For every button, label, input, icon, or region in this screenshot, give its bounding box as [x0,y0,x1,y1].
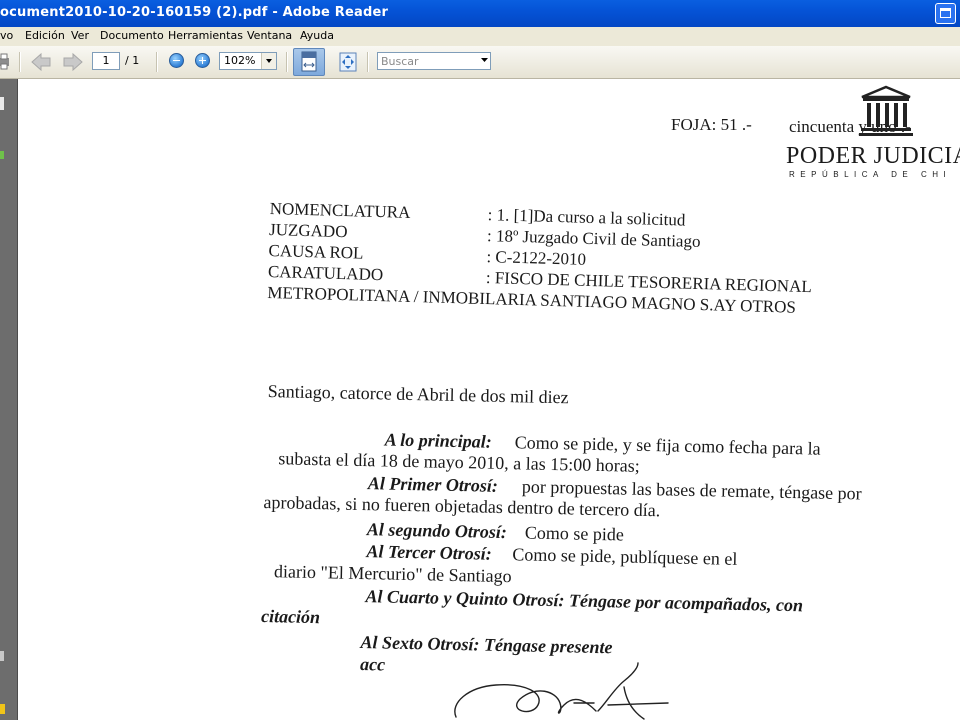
title-bar: ocument2010-10-20-160159 (2).pdf - Adobe… [0,0,960,28]
zoom-out-icon[interactable] [169,53,184,68]
menu-herramientas[interactable]: Herramientas [168,29,243,42]
otrosi-2-heading: Al segundo Otrosí: [366,519,508,543]
principal-heading: A lo principal: [384,429,493,452]
otrosi-3-text-cont: diario "El Mercurio" de Santiago [273,561,512,587]
toolbar: 1 / 1 102% [0,46,960,79]
previous-page-icon[interactable] [30,52,52,72]
toolbar-separator [286,52,288,72]
field-label: CARATULADO [267,261,384,285]
fit-width-button[interactable] [293,48,325,76]
menu-ver[interactable]: Ver [71,29,89,42]
zoom-in-icon[interactable] [195,53,210,68]
search-input[interactable] [378,53,477,69]
toolbar-separator [19,52,21,72]
fit-page-icon[interactable] [337,51,359,73]
menu-documento[interactable]: Documento [100,29,164,42]
otrosi-4-5-heading: Al Cuarto y Quinto Otrosí: Téngase por a… [365,586,804,616]
comments-icon[interactable] [0,704,6,716]
otrosi-3-text: Como se pide, publíquese en el [512,544,738,569]
menu-archivo[interactable]: vo [0,29,13,42]
chevron-down-icon[interactable] [261,53,276,69]
next-page-icon[interactable] [62,52,84,72]
field-label: JUZGADO [268,219,348,242]
menu-ventana[interactable]: Ventana [247,29,292,42]
toolbar-separator [367,52,369,72]
help-icon[interactable] [0,651,5,663]
zoom-select[interactable]: 102% [219,52,277,70]
page-number-input[interactable]: 1 [92,52,120,70]
fit-width-icon [301,51,317,72]
seal-title: PODER JUDICIA [786,143,960,169]
seal-subtitle: REPÚBLICA DE CHI [789,170,952,179]
pages-icon[interactable] [0,97,5,111]
search-field[interactable] [377,52,491,70]
otrosi-2-text: Como se pide [524,522,625,545]
page-total-label: / 1 [125,54,140,67]
otrosi-6-heading: Al Sexto Otrosí: Téngase presente [360,632,613,658]
date-line: Santiago, catorce de Abril de dos mil di… [267,381,569,408]
menu-edicion[interactable]: Edición [25,29,65,42]
case-metadata: NOMENCLATURA : 1. [1]Da curso a la solic… [267,199,920,337]
field-label: CAUSA ROL [268,240,364,263]
foja-number: FOJA: 51 .- [671,115,752,134]
window-title: ocument2010-10-20-160159 (2).pdf - Adobe… [0,5,389,20]
print-icon[interactable] [0,53,10,71]
navigation-pane [0,79,18,720]
courthouse-seal-icon [859,85,913,136]
signature-graphic [454,662,669,720]
otrosi-6-heading-cont: acc [359,654,386,675]
field-value: : C-2122-2010 [486,247,587,269]
otrosi-4-5-heading-cont: citación [260,605,321,628]
otrosi-3-heading: Al Tercer Otrosí: [366,541,492,564]
document-page: FOJA: 51 .- cincuenta y uno .- PODER JUD… [18,79,960,720]
search-dropdown-icon[interactable] [481,58,489,64]
menu-ayuda[interactable]: Ayuda [300,29,334,42]
zoom-value: 102% [224,54,256,67]
maximize-button[interactable] [935,3,956,24]
maximize-icon [940,8,951,18]
otrosi-1-heading: Al Primer Otrosí: [367,473,499,496]
attachments-icon[interactable] [0,151,5,161]
toolbar-separator [156,52,158,72]
menu-bar: vo Edición Ver Documento Herramientas Ve… [0,27,960,47]
field-label: NOMENCLATURA [269,199,411,222]
